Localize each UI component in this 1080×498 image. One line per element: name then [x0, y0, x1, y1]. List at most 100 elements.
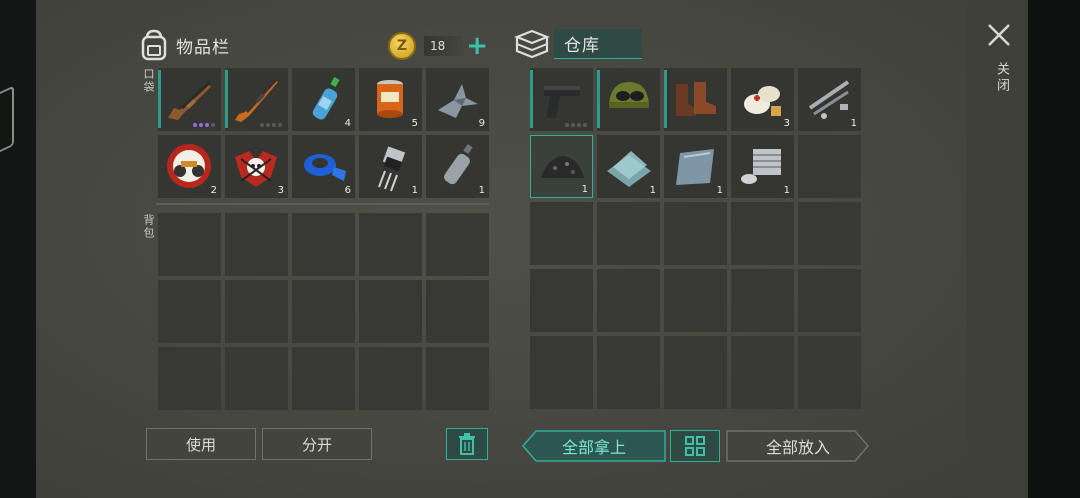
- backpack-slot[interactable]: [225, 280, 288, 343]
- pocket-slot-canned-food[interactable]: 5: [359, 68, 422, 131]
- item-quantity: 5: [411, 118, 418, 129]
- water-bottle-icon: [312, 77, 340, 120]
- left-edge: [0, 0, 36, 498]
- backpack-slot[interactable]: [426, 347, 489, 410]
- storage-slot[interactable]: [731, 336, 794, 399]
- storage-slot[interactable]: [597, 399, 660, 409]
- pocket-slot-hunting-rifle[interactable]: [225, 68, 288, 131]
- backpack-slot[interactable]: [292, 213, 355, 276]
- storage-slot[interactable]: [530, 202, 593, 265]
- pocket-slot-shotgun[interactable]: [158, 68, 221, 131]
- item-quantity: 1: [581, 184, 588, 195]
- storage-slot[interactable]: [664, 269, 727, 332]
- currency-box: Z 18 +: [388, 32, 488, 60]
- pistol-icon: [544, 86, 580, 118]
- backpack-slot[interactable]: [426, 280, 489, 343]
- leather-boots-icon: [676, 82, 716, 116]
- hex-outline-icon: [0, 85, 14, 159]
- storage-slot[interactable]: [798, 135, 861, 198]
- backpack-slot[interactable]: [292, 280, 355, 343]
- coin-icon: Z: [388, 32, 416, 60]
- pocket-slot-metal-scrap[interactable]: 9: [426, 68, 489, 131]
- storage-slot[interactable]: [798, 336, 861, 399]
- trash-icon: [459, 433, 475, 455]
- backpack-slot[interactable]: [359, 347, 422, 410]
- item-quantity: 1: [716, 185, 723, 196]
- storage-slot-bandage[interactable]: 3: [731, 68, 794, 131]
- storage-slot-metal-plate[interactable]: 1: [664, 135, 727, 198]
- storage-slot-helmet[interactable]: [597, 68, 660, 131]
- right-edge: [1028, 0, 1080, 498]
- put-all-label: 全部放入: [765, 438, 830, 457]
- storage-slot[interactable]: [664, 202, 727, 265]
- storage-slot[interactable]: [731, 269, 794, 332]
- sort-grid-button[interactable]: [670, 430, 720, 462]
- storage-slot-engine-part[interactable]: 1: [731, 135, 794, 198]
- storage-slot[interactable]: [731, 399, 794, 409]
- storage-slot[interactable]: [597, 202, 660, 265]
- storage-slot[interactable]: [530, 399, 593, 409]
- storage-slot[interactable]: [798, 202, 861, 265]
- canned-food-icon: [377, 80, 403, 118]
- metal-scrap-icon: [438, 84, 478, 118]
- close-label[interactable]: 关闭: [992, 62, 1011, 94]
- pocket-slot-duct-tape[interactable]: 6: [292, 135, 355, 198]
- storage-slot-boots[interactable]: [664, 68, 727, 131]
- backpack-slot[interactable]: [225, 213, 288, 276]
- pocket-slot-empty-plastic-bottle[interactable]: 1: [426, 135, 489, 198]
- backpack-slot[interactable]: [292, 347, 355, 410]
- pocket-slot-water-bottle[interactable]: 4: [292, 68, 355, 131]
- use-button[interactable]: 使用: [146, 428, 256, 460]
- storage-slot[interactable]: [664, 336, 727, 399]
- item-quantity: 1: [411, 185, 418, 196]
- gunpowder-pile-icon: [541, 156, 584, 178]
- hunting-rifle-icon: [235, 79, 278, 122]
- live-fast-patch-icon: [167, 144, 211, 188]
- backpack-slot[interactable]: [359, 280, 422, 343]
- backpack-slot[interactable]: [426, 213, 489, 276]
- skull-patch-icon: [235, 151, 277, 187]
- helmet-goggles-icon: [609, 82, 649, 108]
- item-quantity: 1: [478, 185, 485, 196]
- split-button[interactable]: 分开: [262, 428, 372, 460]
- shotgun-icon: [168, 80, 212, 120]
- metal-pipes-icon: [808, 80, 850, 119]
- metal-plate-icon: [676, 149, 714, 185]
- storage-slot[interactable]: [597, 336, 660, 399]
- storage-slot[interactable]: [664, 399, 727, 409]
- add-coins-button[interactable]: +: [466, 33, 488, 59]
- pocket-slot-skull-patch[interactable]: 3: [225, 135, 288, 198]
- storage-slot[interactable]: [798, 399, 861, 409]
- put-all-button[interactable]: 全部放入: [726, 430, 870, 462]
- storage-slot-glass[interactable]: 1: [597, 135, 660, 198]
- backpack-label: 背包: [142, 214, 155, 240]
- storage-slot[interactable]: [597, 269, 660, 332]
- backpack-icon: [141, 29, 167, 61]
- storage-slot[interactable]: [731, 202, 794, 265]
- take-all-button[interactable]: 全部拿上: [522, 430, 666, 462]
- backpack-slot[interactable]: [158, 347, 221, 410]
- storage-slot[interactable]: [530, 269, 593, 332]
- pocket-slot-live-fast-patch[interactable]: 2: [158, 135, 221, 198]
- backpack-slot[interactable]: [225, 347, 288, 410]
- item-quantity: 2: [210, 185, 217, 196]
- storage-slot-pistol[interactable]: [530, 68, 593, 131]
- inventory-panel: 物品栏 Z 18 + 仓库 口袋 背包 4 5 9 2 3 6 1 1 3 1 …: [36, 0, 1028, 498]
- plastic-bottle-icon: [444, 144, 473, 185]
- storage-slot[interactable]: [530, 336, 593, 399]
- backpack-slot[interactable]: [158, 213, 221, 276]
- pocket-slot-transistor[interactable]: 1: [359, 135, 422, 198]
- pocket-label: 口袋: [142, 68, 155, 94]
- duct-tape-icon: [304, 154, 346, 181]
- close-icon[interactable]: [986, 22, 1012, 48]
- backpack-slot[interactable]: [158, 280, 221, 343]
- storage-slot-pipes[interactable]: 1: [798, 68, 861, 131]
- storage-title: 仓库: [554, 29, 642, 59]
- storage-slot[interactable]: [798, 269, 861, 332]
- storage-slot-gunpowder[interactable]: 1: [530, 135, 593, 198]
- storage-boxes-icon: [514, 29, 550, 59]
- item-quantity: 1: [649, 185, 656, 196]
- trash-button[interactable]: [446, 428, 488, 460]
- backpack-slot[interactable]: [359, 213, 422, 276]
- pocket-backpack-divider: [156, 203, 489, 205]
